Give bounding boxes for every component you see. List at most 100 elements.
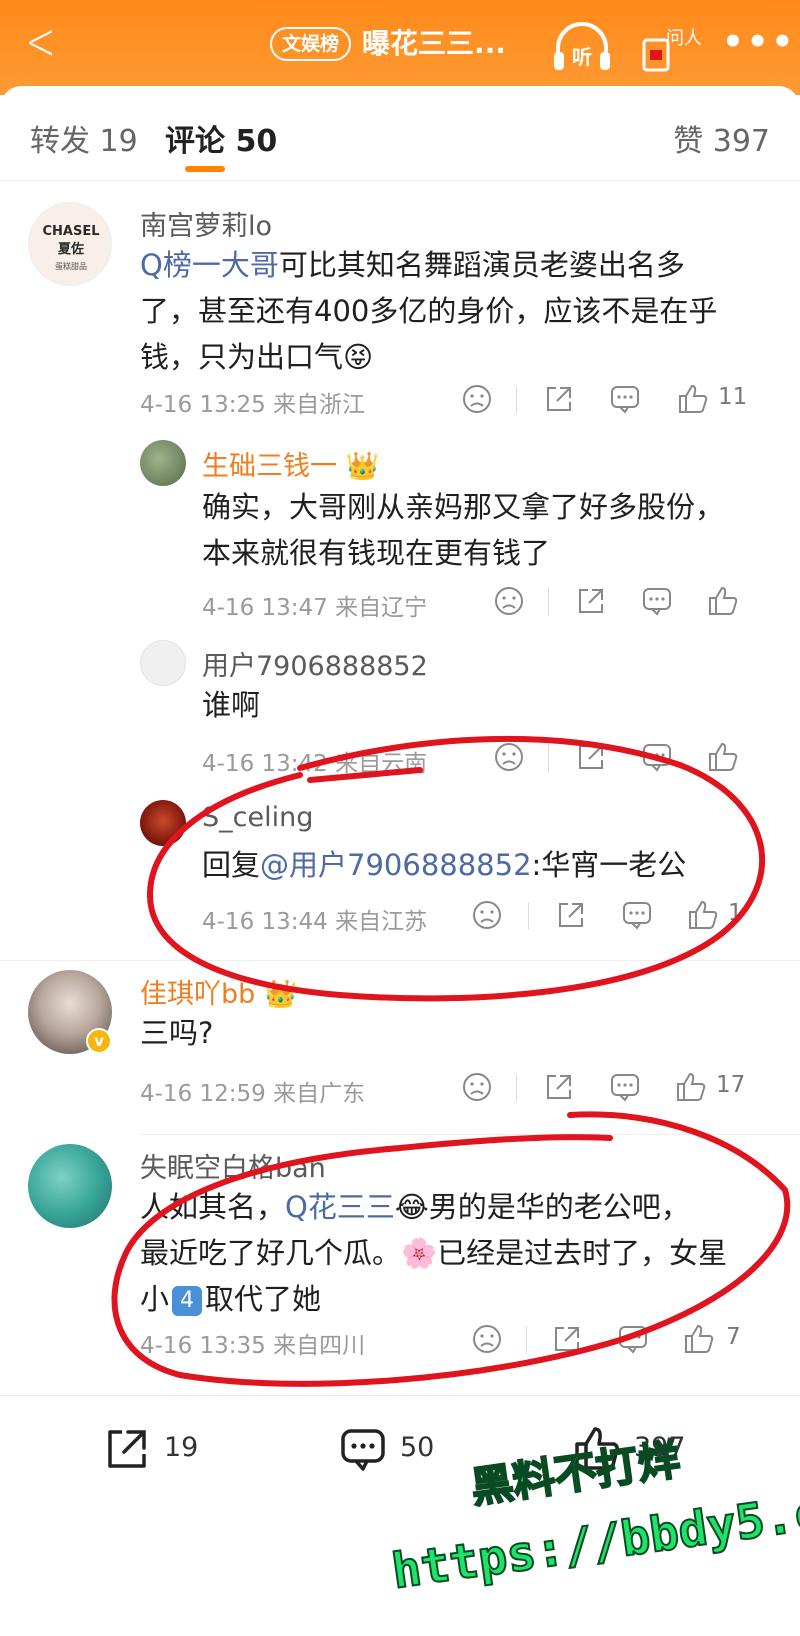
reply-button[interactable] (608, 382, 642, 416)
comment-text: 人如其名，Q花三三😂男的是华的老公吧， 最近吃了好几个瓜。🌸已经是过去时了，女星… (140, 1184, 770, 1322)
reply-actions: 1 (470, 898, 800, 938)
headphones-icon: 听 (554, 22, 610, 70)
comment-item: v 佳琪吖bb 👑 三吗? 4-16 12:59 来自广东 17 (0, 962, 800, 1134)
reply-button[interactable] (640, 584, 674, 618)
dislike-button[interactable] (470, 898, 504, 932)
reply-meta: 4-16 13:42 来自云南 (202, 751, 428, 777)
reply-meta: 4-16 13:44 来自江苏 (202, 909, 428, 935)
share-icon (579, 589, 603, 613)
reply-author[interactable]: 用户7906888852 (202, 644, 428, 683)
frown-icon (473, 901, 501, 929)
like-button[interactable] (706, 584, 740, 618)
avatar[interactable] (28, 1144, 112, 1228)
tab-forward[interactable]: 转发 19 (30, 116, 138, 160)
comment-author[interactable]: 失眠空白格ban (140, 1146, 326, 1185)
dislike-button[interactable] (460, 382, 494, 416)
comment-text-line: 人如其名， (140, 1190, 286, 1224)
listen-label: 听 (572, 45, 592, 69)
avatar[interactable] (140, 440, 186, 486)
comment-text-line: 小 (140, 1282, 170, 1316)
frown-icon (495, 587, 523, 615)
share-icon (559, 903, 583, 927)
bottom-comment-button[interactable]: 50 (338, 1424, 434, 1474)
comment-item: 失眠空白格ban 人如其名，Q花三三😂男的是华的老公吧， 最近吃了好几个瓜。🌸已… (0, 1136, 800, 1391)
reply-text: 回复@用户7906888852:华宵一老公 (202, 842, 762, 888)
reply-item: 用户7906888852 谁啊 4-16 13:42 来自云南 (0, 630, 800, 790)
chevron-left-icon: < (25, 12, 56, 72)
share-button[interactable] (542, 382, 576, 416)
avatar[interactable]: CHASEL 夏佐 蛋糕甜品 (28, 202, 112, 286)
reply-button[interactable] (620, 898, 654, 932)
reply-text: 确实，大哥刚从亲妈那又拿了好多股份， 本来就很有钱现在更有钱了 (202, 484, 762, 576)
share-icon (579, 745, 603, 769)
back-button[interactable]: < (20, 12, 56, 72)
share-button[interactable] (574, 740, 608, 774)
reply-button[interactable] (616, 1322, 650, 1356)
share-button[interactable] (542, 1070, 576, 1104)
mention-link[interactable]: @用户7906888852 (260, 848, 532, 882)
avatar[interactable] (140, 800, 186, 846)
ask-label: 问人 (666, 28, 702, 49)
bottom-forward-button[interactable]: 19 (102, 1424, 198, 1474)
thumbs-up-icon (677, 1072, 706, 1101)
page-title: 曝花三三... (362, 27, 506, 60)
comment-text-line: 可比其知名舞蹈演员老婆出名多 (278, 248, 685, 282)
like-button[interactable] (706, 740, 740, 774)
avatar-brand-text: CHASEL 夏佐 (42, 224, 100, 257)
like-button[interactable] (686, 898, 720, 932)
like-count: 11 (718, 384, 748, 410)
tab-comment[interactable]: 评论 50 (165, 116, 277, 160)
dislike-button[interactable] (470, 1322, 504, 1356)
comment-count: 50 (400, 1432, 435, 1463)
avatar[interactable]: v (28, 970, 112, 1054)
reply-button[interactable] (640, 740, 674, 774)
comment-meta: 4-16 13:25 来自浙江 (140, 392, 366, 418)
reply-text: 谁啊 (202, 688, 261, 722)
share-icon (547, 387, 571, 411)
reply-text-line: 确实，大哥刚从亲妈那又拿了好多股份， (202, 490, 725, 524)
top-bar: < 文娱榜 曝花三三... 听 问人 ••• (0, 0, 800, 95)
comment-item: CHASEL 夏佐 蛋糕甜品 南宫萝莉lo Q榜一大哥可比其知名舞蹈演员老婆出名… (0, 190, 800, 430)
flower-emoji-icon: 🌸 (401, 1236, 438, 1270)
comment-text-line: 已经是过去时了，女星 (437, 1236, 728, 1270)
comment-text-line: 取代了她 (205, 1282, 322, 1316)
reply-author-name: 生础三钱一 (202, 451, 337, 482)
tab-like[interactable]: 赞 397 (673, 116, 770, 160)
thumbs-up-icon (709, 586, 738, 615)
ranking-badge[interactable]: 文娱榜 (270, 27, 352, 61)
hashtag-link[interactable]: Q榜一大哥 (140, 248, 279, 282)
dislike-button[interactable] (492, 584, 526, 618)
share-button[interactable] (574, 584, 608, 618)
like-button[interactable] (674, 1070, 708, 1104)
action-separator (526, 1326, 527, 1354)
share-button[interactable] (554, 898, 588, 932)
share-button[interactable] (550, 1322, 584, 1356)
reply-prefix: 回复 (202, 848, 261, 882)
hashtag-link[interactable]: Q花三三 (285, 1190, 395, 1224)
comment-bubble-icon (619, 1326, 647, 1354)
reply-button[interactable] (608, 1070, 642, 1104)
more-menu-button[interactable]: ••• (722, 22, 796, 62)
comment-actions: 11 (460, 382, 780, 422)
dislike-button[interactable] (460, 1070, 494, 1104)
like-button[interactable] (682, 1322, 716, 1356)
thumbs-up-icon (679, 384, 708, 413)
ask-button[interactable]: 问人 (640, 18, 704, 76)
comment-author[interactable]: 佳琪吖bb 👑 (140, 972, 298, 1011)
reply-author[interactable]: 生础三钱一 👑 (202, 444, 379, 483)
reply-item: S_celing 回复@用户7906888852:华宵一老公 4-16 13:4… (0, 790, 800, 950)
listen-button[interactable]: 听 (550, 18, 614, 76)
dislike-button[interactable] (492, 740, 526, 774)
bottom-action-bar: 19 50 397 (0, 1395, 800, 1505)
comment-author[interactable]: 南宫萝莉lo (140, 204, 272, 243)
avatar[interactable] (140, 640, 186, 686)
action-separator (516, 386, 517, 414)
frown-icon (463, 1073, 491, 1101)
comment-actions: 17 (460, 1070, 790, 1110)
comment-text-line: 最近吃了好几个瓜。 (140, 1236, 402, 1270)
reply-text-body: :华宵一老公 (531, 848, 687, 882)
tab-bar: 转发 19 评论 50 赞 397 (0, 86, 800, 181)
reply-author[interactable]: S_celing (202, 802, 313, 833)
like-button[interactable] (676, 382, 710, 416)
comment-text: 三吗? (140, 1016, 214, 1050)
